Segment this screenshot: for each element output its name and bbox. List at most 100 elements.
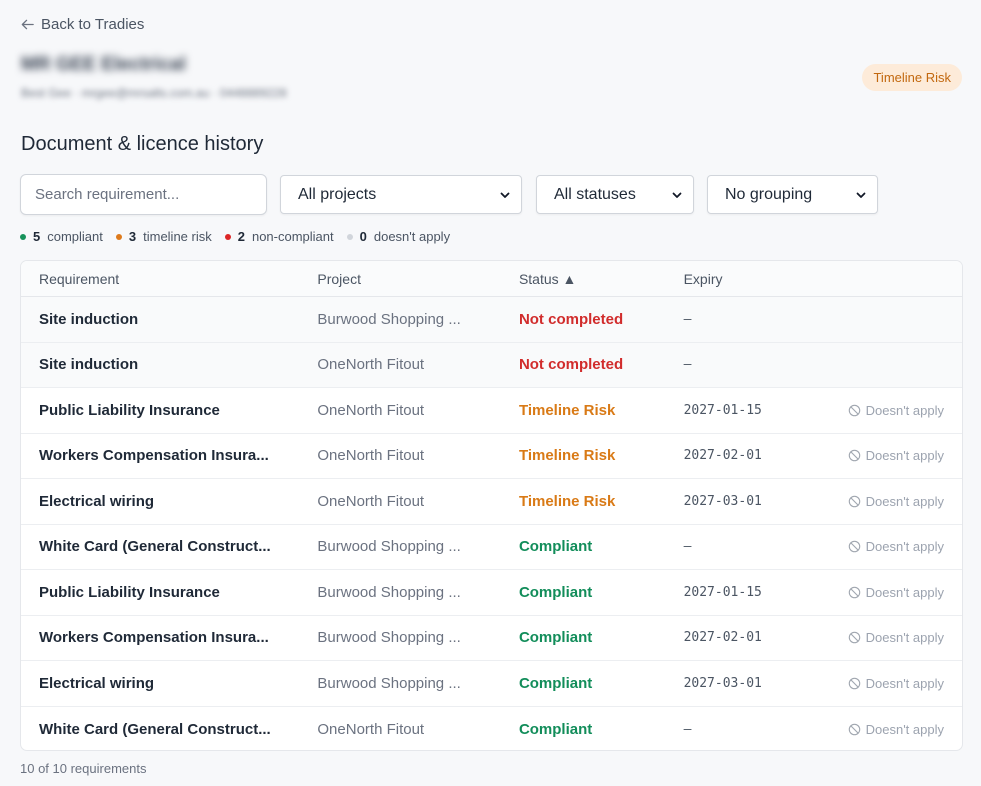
table-row[interactable]: Public Liability Insurance Burwood Shoppi… — [21, 570, 962, 616]
status-cell: Compliant — [518, 720, 593, 738]
project-cell: OneNorth Fitout — [317, 447, 425, 465]
chevron-down-icon — [672, 192, 682, 198]
status-cell: Not completed — [518, 356, 624, 374]
requirement-cell: Electrical wiring — [39, 674, 155, 692]
expiry-cell: 2027-02-01 — [683, 448, 762, 464]
summary-label: non-compliant — [251, 229, 334, 244]
doesnt-apply-button[interactable]: Doesn't apply — [848, 585, 944, 600]
expiry-cell: 2027-03-01 — [683, 675, 762, 691]
action-cell: Doesn't apply — [833, 722, 962, 737]
table-row[interactable]: White Card (General Construct... OneNorth… — [21, 707, 962, 751]
status-cell: Timeline Risk — [518, 401, 616, 419]
project-cell: Burwood Shopping ... — [317, 629, 461, 647]
arrow-left-icon — [21, 19, 34, 30]
doesnt-apply-button[interactable]: Doesn't apply — [848, 494, 944, 509]
status-cell: Timeline Risk — [518, 447, 616, 465]
ban-icon — [848, 449, 860, 462]
ban-icon — [848, 677, 860, 690]
ban-icon — [848, 631, 860, 644]
status-cell: Compliant — [518, 629, 593, 647]
chevron-down-icon — [856, 192, 866, 198]
summary-timeline-risk: 3 timeline risk — [115, 229, 212, 244]
section-title: Document & licence history — [21, 133, 264, 155]
table-row[interactable]: White Card (General Construct... Burwood … — [21, 525, 962, 570]
table-row[interactable]: Electrical wiring Burwood Shopping ... Com… — [21, 661, 962, 707]
tradie-name: MR GEE Electrical — [21, 54, 186, 75]
expiry-cell: 2027-01-15 — [683, 584, 762, 600]
back-link-label: Back to Tradies — [41, 16, 145, 33]
table-header: Requirement Project Status ▲ Expiry — [21, 261, 962, 297]
project-cell: Burwood Shopping ... — [317, 538, 461, 556]
status-filter-select[interactable]: All statuses — [536, 175, 694, 214]
project-filter-select[interactable]: All projects — [280, 175, 522, 214]
doesnt-apply-label: Doesn't apply — [865, 448, 944, 464]
status-cell: Compliant — [518, 538, 593, 556]
doesnt-apply-label: Doesn't apply — [865, 630, 944, 646]
status-dot-icon — [346, 233, 353, 240]
project-cell: Burwood Shopping ... — [317, 310, 461, 328]
doesnt-apply-button[interactable]: Doesn't apply — [848, 403, 944, 418]
doesnt-apply-label: Doesn't apply — [865, 539, 944, 555]
status-dot-icon — [115, 233, 122, 240]
table-row[interactable]: Public Liability Insurance OneNorth Fitou… — [21, 388, 962, 434]
summary-compliant: 5 compliant — [20, 229, 103, 244]
summary-count: 3 — [128, 229, 137, 244]
table-row[interactable]: Site induction OneNorth Fitout Not complet… — [21, 342, 962, 388]
requirement-cell: Site induction — [39, 356, 139, 374]
ban-icon — [848, 404, 860, 417]
project-cell: Burwood Shopping ... — [317, 674, 461, 692]
expiry-cell: 2027-02-01 — [683, 630, 762, 646]
requirement-cell: Electrical wiring — [39, 492, 155, 510]
expiry-cell: – — [683, 721, 692, 737]
action-cell: Doesn't apply — [833, 403, 962, 418]
requirement-cell: Public Liability Insurance — [39, 401, 220, 419]
status-cell: Not completed — [518, 310, 624, 328]
doesnt-apply-button[interactable]: Doesn't apply — [848, 448, 944, 463]
summary-count: 2 — [237, 229, 245, 244]
status-summary: 5 compliant 3 timeline risk 2 non-compli… — [20, 229, 463, 244]
summary-count: 0 — [359, 229, 367, 244]
doesnt-apply-label: Doesn't apply — [865, 721, 944, 737]
requirement-cell: White Card (General Construct... — [39, 720, 271, 738]
doesnt-apply-button[interactable]: Doesn't apply — [848, 630, 944, 645]
project-filter-value: All projects — [298, 185, 377, 203]
requirement-cell: Site induction — [39, 310, 139, 328]
status-badge: Timeline Risk — [862, 64, 962, 91]
requirement-cell: Public Liability Insurance — [39, 583, 220, 601]
search-input[interactable] — [20, 174, 267, 215]
status-cell: Timeline Risk — [518, 492, 616, 510]
action-cell: Doesn't apply — [833, 676, 962, 691]
doesnt-apply-button[interactable]: Doesn't apply — [848, 539, 944, 554]
project-cell: OneNorth Fitout — [317, 720, 425, 738]
project-cell: OneNorth Fitout — [317, 492, 425, 510]
doesnt-apply-label: Doesn't apply — [865, 493, 944, 509]
table-row[interactable]: Workers Compensation Insura... Burwood Sh… — [21, 616, 962, 661]
summary-label: compliant — [47, 229, 103, 244]
tradie-contact-details: Best Gee · mrgee@mrsalts.com.au · 044888… — [21, 86, 287, 100]
project-cell: Burwood Shopping ... — [317, 583, 461, 601]
column-header-expiry[interactable]: Expiry — [684, 271, 834, 287]
table-row[interactable]: Electrical wiring OneNorth Fitout Timeline… — [21, 479, 962, 525]
column-header-project[interactable]: Project — [317, 271, 519, 287]
table-row[interactable]: Site induction Burwood Shopping ... Not co… — [21, 297, 962, 343]
expiry-cell: – — [683, 311, 692, 327]
requirements-table: Requirement Project Status ▲ Expiry Site… — [20, 260, 963, 751]
project-cell: OneNorth Fitout — [317, 401, 425, 419]
action-cell: Doesn't apply — [833, 494, 962, 509]
doesnt-apply-button[interactable]: Doesn't apply — [848, 676, 944, 691]
status-dot-icon — [20, 233, 26, 240]
column-header-status[interactable]: Status ▲ — [519, 271, 684, 287]
chevron-down-icon — [500, 192, 510, 198]
action-cell: Doesn't apply — [833, 585, 962, 600]
column-header-requirement[interactable]: Requirement — [21, 271, 317, 287]
ban-icon — [848, 586, 860, 599]
doesnt-apply-button[interactable]: Doesn't apply — [848, 722, 944, 737]
table-row[interactable]: Workers Compensation Insura... OneNorth F… — [21, 434, 962, 479]
status-filter-value: All statuses — [554, 185, 636, 203]
requirements-count: 10 of 10 requirements — [20, 761, 147, 776]
requirement-cell: Workers Compensation Insura... — [39, 447, 269, 465]
back-to-tradies-link[interactable]: Back to Tradies — [20, 16, 144, 33]
doesnt-apply-label: Doesn't apply — [865, 584, 944, 600]
grouping-select[interactable]: No grouping — [707, 175, 878, 214]
ban-icon — [848, 540, 860, 553]
